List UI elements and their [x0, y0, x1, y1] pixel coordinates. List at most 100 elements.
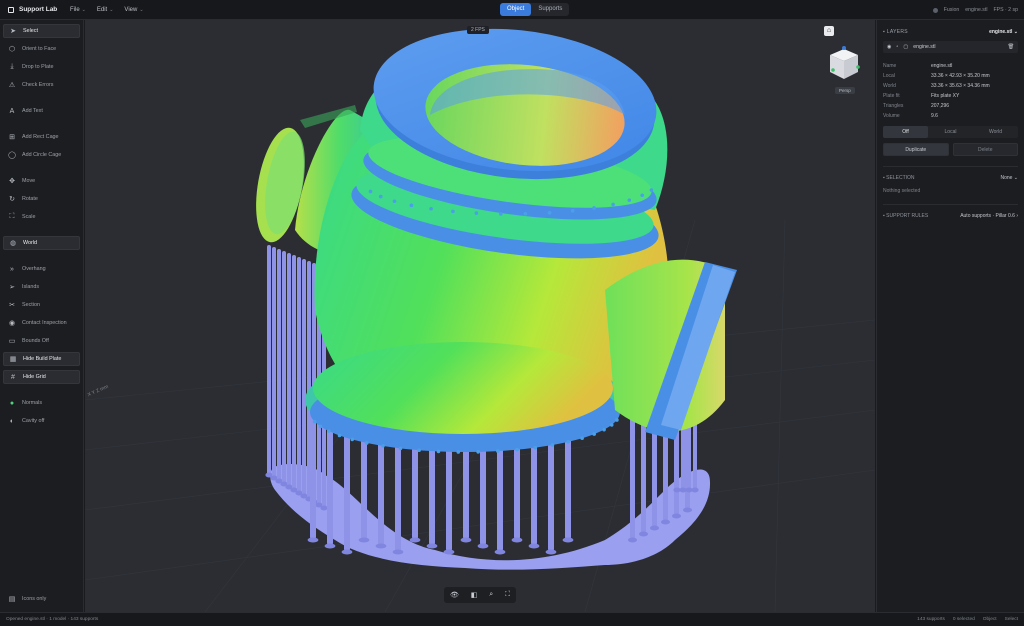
tool-section[interactable]: ✂ Section — [3, 298, 80, 312]
bolt-hole — [550, 443, 555, 447]
rules-value: Auto supports · Pillar 0.6 › — [960, 213, 1018, 219]
right-panel: ▪ LAYERS engine.stl ⌄ ◉ ▫ ▢ engine.stl 🗑… — [876, 20, 1024, 612]
text-icon: A — [9, 107, 15, 115]
drop-icon: ⤓ — [10, 63, 14, 70]
status-printer[interactable]: Fusion — [944, 7, 960, 13]
support-pillar — [267, 245, 271, 475]
property-key: Volume — [883, 113, 900, 119]
selection-value[interactable]: None ⌄ — [1000, 175, 1018, 181]
bolt-hole — [350, 437, 355, 442]
support-foot — [639, 531, 648, 537]
property-key: Name — [883, 63, 897, 69]
support-foot — [562, 537, 574, 543]
property-row: World 33.36 × 35.63 × 34.36 mm — [883, 81, 1018, 91]
menu-edit[interactable]: Edit ⌄ — [97, 7, 114, 13]
tool-check-errors[interactable]: ⚠ Check Errors — [3, 78, 80, 92]
model-actions: Duplicate Delete — [883, 143, 1018, 156]
toolbar-separator — [3, 388, 80, 396]
menu-view[interactable]: View ⌄ — [124, 7, 143, 13]
zoom-icon[interactable]: ⌕ — [489, 591, 493, 599]
support-pillar — [282, 251, 286, 484]
property-key: Plate fit — [883, 93, 900, 99]
plate-icon: ▦ — [9, 356, 17, 363]
tool-rotate[interactable]: ↻ Rotate — [3, 192, 80, 206]
property-key: Local — [883, 73, 895, 79]
support-pillar — [272, 247, 276, 478]
3d-viewport[interactable]: 2 FPS ⌂ Persp X Y Z mm 👁 ◧ ⌕ ⛶ — [85, 20, 875, 612]
support-foot — [683, 507, 692, 513]
space-world[interactable]: World — [973, 126, 1018, 138]
status-selected: 0 selected — [952, 617, 975, 622]
model-properties: Name engine.stl Local 33.36 × 42.93 × 35.20… — [883, 61, 1018, 121]
bounds-space-toggle: Off Local World — [883, 126, 1018, 138]
bolt-hole — [640, 193, 644, 198]
menu-file[interactable]: File ⌄ — [70, 7, 86, 13]
toolbar-separator — [3, 228, 80, 236]
tool-label: Check Errors — [22, 82, 54, 88]
lock-icon[interactable]: ▫ — [897, 44, 899, 50]
tool-world[interactable]: ◍ World — [3, 236, 80, 250]
tool-label: Add Text — [22, 108, 43, 114]
tool-contact-inspection[interactable]: ◉ Contact Inspection — [3, 316, 80, 330]
space-local[interactable]: Local — [928, 126, 973, 138]
view-cube[interactable] — [827, 45, 861, 83]
tab-object[interactable]: Object — [500, 3, 532, 16]
support-foot — [358, 537, 370, 543]
tool-label: Rotate — [22, 196, 38, 202]
tool-add-text[interactable]: A Add Text — [3, 104, 80, 118]
tool-bounds-off[interactable]: ▭ Bounds Off — [3, 334, 80, 348]
fit-icon[interactable]: ⛶ — [505, 591, 510, 599]
bolt-hole — [515, 447, 519, 452]
tab-supports[interactable]: Supports — [531, 3, 569, 16]
bolt-hole — [476, 450, 480, 454]
layers-icon[interactable]: ◧ — [471, 591, 478, 599]
tool-add-rect-cage[interactable]: ⊞ Add Rect Cage — [3, 130, 80, 144]
bolt-hole — [496, 449, 500, 453]
trash-icon[interactable]: 🗑 — [1007, 44, 1014, 50]
support-foot — [477, 543, 489, 549]
viewport-toolbar: 👁 ◧ ⌕ ⛶ — [444, 587, 516, 603]
home-view-button[interactable]: ⌂ — [824, 26, 834, 36]
chevron-down-icon: ⌄ — [109, 6, 114, 13]
tool-drop-to-plate[interactable]: ⤓ Drop to Plate — [3, 60, 80, 74]
tool-overhang[interactable]: » Overhang — [3, 262, 80, 276]
tool-orient-to-face[interactable]: ⬡ Orient to Face — [3, 42, 80, 56]
bolt-hole — [566, 440, 570, 444]
layers-value[interactable]: engine.stl ⌄ — [989, 29, 1018, 35]
tool-cavity-off[interactable]: ◐ Cavity off — [3, 414, 80, 428]
icons-only-toggle[interactable]: ▤ Icons only — [3, 592, 47, 606]
mode-switch: Object Supports — [500, 3, 570, 16]
tool-add-circle-cage[interactable]: ◯ Add Circle Cage — [3, 148, 80, 162]
bolt-hole — [533, 445, 538, 450]
rotate-icon: ↻ — [9, 196, 15, 203]
tool-select[interactable]: ➤ Select — [3, 24, 80, 38]
support-foot — [650, 525, 659, 531]
tool-move[interactable]: ✥ Move — [3, 174, 80, 188]
tool-scale[interactable]: ⛶ Scale — [3, 210, 80, 224]
divider — [883, 204, 1018, 205]
support-rules-header[interactable]: ▪ SUPPORT RULES Auto supports · Pillar 0… — [883, 211, 1018, 221]
tool-label: Overhang — [22, 266, 46, 272]
fps-counter: 2 FPS — [467, 26, 489, 34]
checkbox-icon[interactable]: ▢ — [903, 44, 908, 50]
support-foot — [628, 537, 637, 543]
tool-hide-build-plate[interactable]: ▦ Hide Build Plate — [3, 352, 80, 366]
layers-title-text: LAYERS — [886, 29, 908, 35]
tool-islands[interactable]: ➢ Islands — [3, 280, 80, 294]
visibility-eye-icon[interactable]: ◉ — [887, 44, 892, 50]
normals-icon: ● — [9, 399, 15, 407]
projection-label[interactable]: Persp — [835, 87, 855, 94]
tool-hide-grid[interactable]: # Hide Grid — [3, 370, 80, 384]
duplicate-button[interactable]: Duplicate — [883, 143, 949, 156]
support-pillar — [297, 257, 301, 493]
tool-normals[interactable]: ● Normals — [3, 396, 80, 410]
support-foot — [511, 537, 523, 543]
toolbar-separator — [3, 432, 80, 440]
eye-icon[interactable]: 👁 — [450, 591, 459, 599]
cube-icon: ⬡ — [8, 46, 16, 53]
support-pillar — [292, 255, 296, 490]
delete-button[interactable]: Delete — [952, 143, 1018, 156]
space-off[interactable]: Off — [883, 126, 928, 138]
layer-row[interactable]: ◉ ▫ ▢ engine.stl 🗑 — [883, 41, 1018, 53]
top-right-status: Fusion engine.stl FPS · 2 sp — [932, 0, 1018, 20]
